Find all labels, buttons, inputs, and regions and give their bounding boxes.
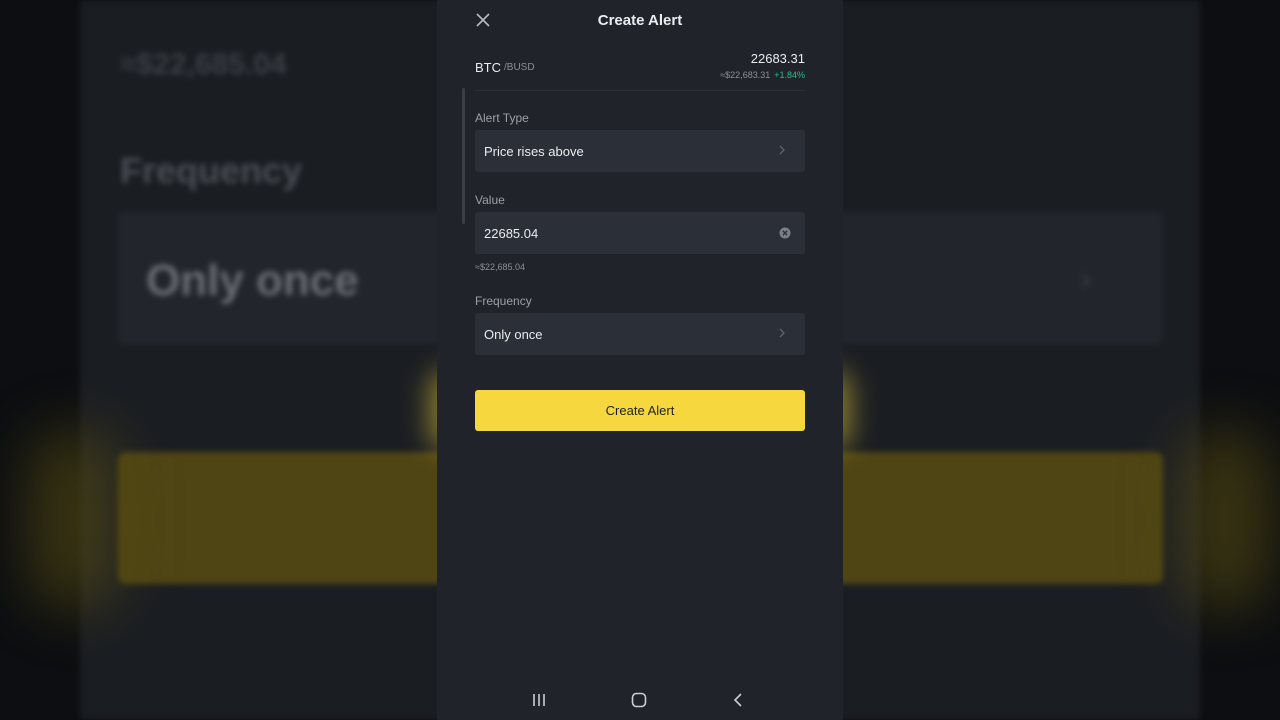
bg-price-text: ≈$22,685.04 bbox=[120, 48, 287, 81]
home-icon[interactable] bbox=[631, 692, 647, 708]
create-alert-button[interactable]: Create Alert bbox=[475, 390, 805, 431]
alert-type-label: Alert Type bbox=[475, 111, 529, 125]
pair-info-row: BTC /BUSD 22683.31 ≈$22,683.31 +1.84% bbox=[475, 50, 805, 91]
alert-type-value: Price rises above bbox=[484, 144, 584, 159]
chevron-right-icon bbox=[779, 328, 785, 338]
alert-type-select[interactable]: Price rises above bbox=[475, 130, 805, 172]
bg-glow-left bbox=[30, 430, 120, 610]
value-approx-usd: ≈$22,685.04 bbox=[475, 262, 525, 272]
frequency-label: Frequency bbox=[475, 294, 532, 308]
phone-screen: Create Alert BTC /BUSD 22683.31 ≈$22,683… bbox=[437, 0, 843, 720]
value-input-text: 22685.04 bbox=[484, 226, 539, 241]
stage: ≈$22,685.04 Frequency Only once › Create… bbox=[0, 0, 1280, 720]
scroll-indicator bbox=[462, 88, 465, 224]
top-bar: Create Alert bbox=[437, 0, 843, 44]
value-label: Value bbox=[475, 193, 505, 207]
pair-quote-symbol: /BUSD bbox=[504, 62, 535, 73]
bg-frequency-label: Frequency bbox=[120, 150, 303, 191]
chevron-right-icon bbox=[779, 145, 785, 155]
bg-frequency-value: Only once bbox=[146, 256, 359, 305]
price-change: +1.84% bbox=[774, 70, 805, 80]
back-icon[interactable] bbox=[731, 692, 747, 708]
pair-base-symbol: BTC bbox=[475, 60, 501, 75]
bg-chevron-icon: › bbox=[1080, 260, 1092, 298]
value-input[interactable]: 22685.04 bbox=[475, 212, 805, 254]
clear-icon[interactable] bbox=[779, 227, 791, 239]
frequency-value: Only once bbox=[484, 327, 543, 342]
last-price: 22683.31 bbox=[750, 51, 805, 66]
bg-glow-right bbox=[1180, 430, 1270, 610]
price-subline: ≈$22,683.31 +1.84% bbox=[720, 70, 805, 80]
recents-icon[interactable] bbox=[531, 692, 547, 708]
system-nav-bar bbox=[437, 680, 843, 720]
frequency-select[interactable]: Only once bbox=[475, 313, 805, 355]
page-title: Create Alert bbox=[597, 12, 683, 29]
approx-usd-price: ≈$22,683.31 bbox=[720, 70, 771, 80]
